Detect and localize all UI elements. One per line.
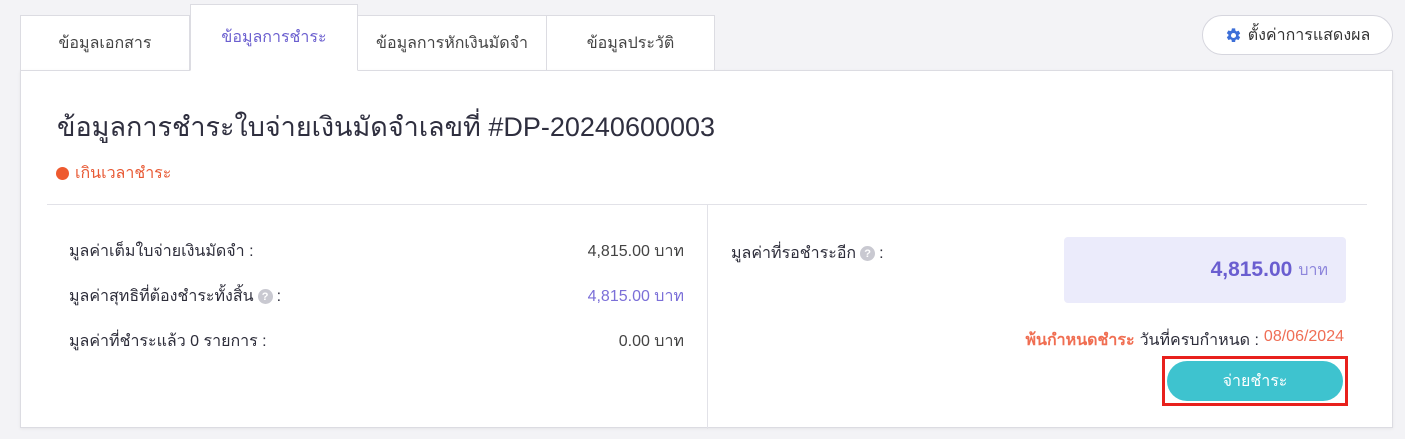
tab-document-info[interactable]: ข้อมูลเอกสาร	[20, 15, 190, 71]
status-text: เกินเวลาชำระ	[75, 165, 172, 182]
full-value-label: มูลค่าเต็มใบจ่ายเงินมัดจำ :	[69, 243, 254, 260]
tab-bar: ข้อมูลเอกสาร ข้อมูลการชำระ ข้อมูลการหักเ…	[20, 4, 715, 71]
paid-value-amount: 0.00 บาท	[618, 333, 684, 350]
help-icon[interactable]: ?	[257, 289, 273, 304]
remaining-colon: :	[879, 244, 884, 262]
net-value-label-group: มูลค่าสุทธิที่ต้องชำระทั้งสิ้น ? :	[69, 284, 281, 309]
full-value-amount: 4,815.00 บาท	[587, 243, 684, 260]
pay-button[interactable]: จ่ายชำระ	[1167, 361, 1343, 401]
payment-info-card: ข้อมูลการชำระใบจ่ายเงินมัดจำเลขที่ #DP-2…	[20, 70, 1393, 429]
display-settings-label: ตั้งค่าการแสดงผล	[1247, 26, 1371, 44]
remaining-label-group: มูลค่าที่รอชำระอีก ? :	[731, 241, 884, 266]
tab-history-info[interactable]: ข้อมูลประวัติ	[547, 15, 715, 71]
remaining-amount: 4,815.00	[1210, 258, 1293, 281]
due-date-label: วันที่ครบกำหนด :	[1139, 332, 1259, 349]
remaining-amount-box: 4,815.00 บาท	[1064, 237, 1346, 303]
status-badge: เกินเวลาชำระ	[56, 161, 171, 186]
due-date-line: พ้นกำหนดชำระ วันที่ครบกำหนด : 08/06/2024	[1026, 328, 1345, 353]
due-date-value: 08/06/2024	[1263, 328, 1344, 345]
divider-vertical	[707, 205, 708, 429]
pay-button-highlight: จ่ายชำระ	[1162, 356, 1348, 406]
status-dot-icon	[56, 167, 69, 180]
net-value-row: มูลค่าสุทธิที่ต้องชำระทั้งสิ้น ? : 4,815…	[69, 284, 684, 309]
page-title: ข้อมูลการชำระใบจ่ายเงินมัดจำเลขที่ #DP-2…	[57, 112, 716, 142]
net-value-amount: 4,815.00 บาท	[587, 288, 684, 305]
full-value-row: มูลค่าเต็มใบจ่ายเงินมัดจำ : 4,815.00 บาท	[69, 239, 684, 264]
help-icon[interactable]: ?	[860, 246, 876, 261]
remaining-label: มูลค่าที่รอชำระอีก	[731, 245, 857, 262]
display-settings-button[interactable]: ตั้งค่าการแสดงผล	[1202, 15, 1393, 55]
net-value-colon: :	[276, 287, 282, 305]
gear-icon	[1226, 27, 1240, 42]
paid-value-label: มูลค่าที่ชำระแล้ว 0 รายการ :	[69, 333, 267, 350]
paid-value-row: มูลค่าที่ชำระแล้ว 0 รายการ : 0.00 บาท	[69, 329, 684, 354]
tab-payment-info[interactable]: ข้อมูลการชำระ	[190, 4, 358, 71]
overdue-text: พ้นกำหนดชำระ	[1025, 332, 1135, 349]
tab-deposit-deduction-info[interactable]: ข้อมูลการหักเงินมัดจำ	[358, 15, 547, 71]
net-value-label: มูลค่าสุทธิที่ต้องชำระทั้งสิ้น	[69, 288, 254, 305]
remaining-unit: บาท	[1298, 261, 1328, 279]
